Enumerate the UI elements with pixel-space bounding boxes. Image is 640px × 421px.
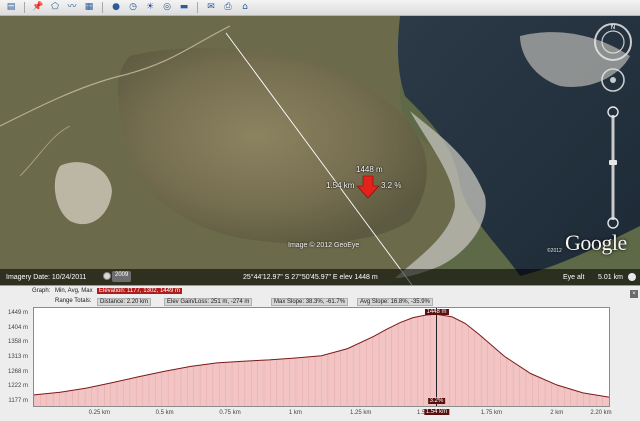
x-tick-label: 2 km <box>550 410 564 416</box>
y-tick-label: 1268 m <box>7 368 28 375</box>
min-avg-max-label: Min, Avg, Max <box>55 288 93 294</box>
imagery-date: Imagery Date: 10/24/2011 <box>6 273 87 281</box>
elev-gain-loss-stat: Elev Gain/Loss: 251 m, -274 m <box>164 298 253 306</box>
sidebar-toggle-icon[interactable]: ▤ <box>3 1 19 14</box>
elevation-stats-label: Elevation: <box>99 288 126 294</box>
sunlight-icon[interactable]: ☀ <box>142 1 158 14</box>
eye-altitude-label: Eye alt <box>563 273 585 281</box>
distance-stat-label: Distance: <box>100 299 126 305</box>
profile-totals-row: Range Totals: Distance: 2.20 km Elev Gai… <box>0 298 640 307</box>
max-slope-value: 38.3%, -61.7% <box>305 299 346 305</box>
cursor-elevation-label: 1448 m <box>424 309 449 315</box>
x-tick-label: 1.75 km <box>480 410 503 416</box>
distance-stat: Distance: 2.20 km <box>97 298 152 306</box>
historical-year[interactable]: 2009 <box>112 271 132 282</box>
marker-distance-label: 1.54 km <box>326 181 355 190</box>
copyright-year: ©2012 <box>547 248 562 254</box>
profile-graph-row: Graph: Min, Avg, Max Elevation: 1177, 13… <box>0 288 640 298</box>
status-bar: Imagery Date: 10/24/2011 2009 25°44'12.9… <box>0 269 640 285</box>
distance-stat-value: 2.20 km <box>126 299 149 305</box>
map-viewport[interactable]: 1448 m 1.54 km 3.2 % Image © 2012 GeoEye… <box>0 16 640 285</box>
view-in-maps-icon[interactable]: ⌂ <box>237 1 253 14</box>
toolbar-separator <box>102 2 103 13</box>
y-tick-label: 1449 m <box>7 310 28 316</box>
toolbar-separator <box>197 2 198 13</box>
marker-elevation-label: 1448 m <box>356 165 383 174</box>
email-icon[interactable]: ✉ <box>203 1 219 14</box>
marker-slope-label: 3.2 % <box>381 181 402 190</box>
path-icon[interactable]: 〰 <box>64 1 80 14</box>
x-tick-label: 2.20 km <box>590 410 612 416</box>
elevation-profile-panel: Graph: Min, Avg, Max Elevation: 1177, 13… <box>0 285 640 421</box>
graph-label: Graph: <box>32 288 51 294</box>
x-tick-label: 1 km <box>288 410 302 416</box>
navigation-controls: N <box>594 23 632 229</box>
x-tick-label: 1.25 km <box>350 410 372 416</box>
cursor-slope-label: 3.2% <box>427 398 446 404</box>
toolbar-separator <box>24 2 25 13</box>
elev-gain-loss-label: Elev Gain/Loss: <box>167 299 210 305</box>
y-tick-label: 1313 m <box>7 354 28 360</box>
toolbar: ▤ 📌 ⬠ 〰 ▦ ● ◷ ☀ ◎ ▬ ✉ ⎙ ⌂ <box>0 0 640 16</box>
cursor-distance-label: 1.54 km <box>423 409 450 415</box>
historical-clock-icon[interactable] <box>103 272 111 280</box>
compass-ring-icon[interactable]: N <box>594 23 632 61</box>
placemark-icon[interactable]: 📌 <box>30 1 46 14</box>
elevation-stats[interactable]: Elevation: 1177, 1302, 1449 m <box>97 288 182 294</box>
y-tick-label: 1358 m <box>7 339 28 346</box>
image-overlay-icon[interactable]: ▦ <box>81 1 97 14</box>
close-profile-button[interactable]: × <box>630 290 638 298</box>
print-icon[interactable]: ⎙ <box>220 1 236 14</box>
x-tick-label: 0.75 km <box>219 410 241 416</box>
look-joystick-icon[interactable] <box>601 68 625 92</box>
avg-slope-stat: Avg Slope: 16.8%, -35.9% <box>357 298 433 306</box>
google-earth-window: ▤ 📌 ⬠ 〰 ▦ ● ◷ ☀ ◎ ▬ ✉ ⎙ ⌂ 1448 m 1.54 km… <box>0 0 640 421</box>
google-logo: Google <box>565 230 627 255</box>
imagery-credit: Image © 2012 GeoEye <box>288 242 360 249</box>
planet-icon[interactable]: ◎ <box>159 1 175 14</box>
max-slope-label: Max Slope: <box>274 299 305 305</box>
x-tick-label: 0.5 km <box>155 410 174 416</box>
x-tick-label: 0.25 km <box>88 410 110 416</box>
svg-text:N: N <box>611 24 616 31</box>
y-tick-label: 1177 m <box>8 398 28 404</box>
ruler-icon[interactable]: ▬ <box>176 1 192 14</box>
tour-icon[interactable]: ● <box>108 1 124 14</box>
pointer-coordinates: 25°44'12.97" S 27°50'45.97" E elev 1448 … <box>243 273 378 281</box>
historical-imagery-icon[interactable]: ◷ <box>125 1 141 14</box>
range-totals-label: Range Totals: <box>55 298 92 304</box>
zoom-slider[interactable] <box>607 106 619 229</box>
streaming-indicator-icon <box>628 273 636 281</box>
elevation-chart[interactable] <box>33 307 610 407</box>
y-tick-label: 1404 m <box>7 324 28 331</box>
elevation-stats-value: 1177, 1302, 1449 m <box>127 288 180 294</box>
polygon-icon[interactable]: ⬠ <box>47 1 63 14</box>
eye-altitude-value: 5.01 km <box>598 273 623 281</box>
max-slope-stat: Max Slope: 38.3%, -61.7% <box>271 298 349 306</box>
elevation-chart-svg <box>34 308 609 406</box>
elev-gain-loss-value: 251 m, -274 m <box>210 299 250 305</box>
avg-slope-label: Avg Slope: <box>360 299 389 305</box>
y-tick-label: 1222 m <box>7 383 28 390</box>
avg-slope-value: 16.8%, -35.9% <box>390 299 430 305</box>
